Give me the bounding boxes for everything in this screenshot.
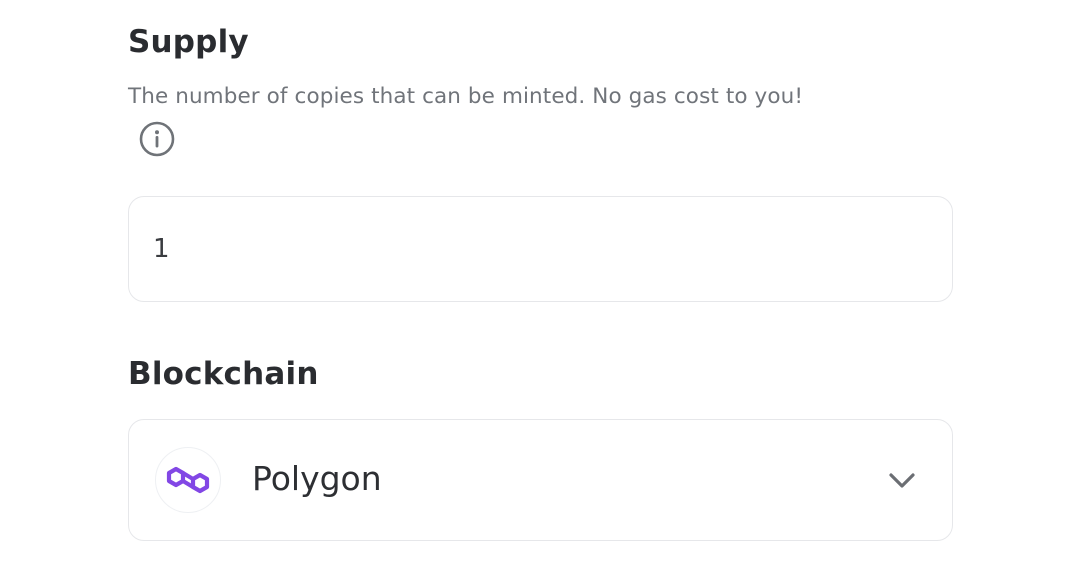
supply-input[interactable] xyxy=(128,196,953,302)
polygon-logo-icon xyxy=(155,447,221,513)
polygon-logo-glyph xyxy=(166,466,210,494)
blockchain-selected-label: Polygon xyxy=(252,459,382,498)
blockchain-select[interactable]: Polygon xyxy=(128,419,953,541)
blockchain-title: Blockchain xyxy=(128,356,319,392)
chevron-down-icon xyxy=(889,473,915,488)
info-icon[interactable] xyxy=(139,121,175,157)
supply-title: Supply xyxy=(128,24,249,60)
supply-help-text: The number of copies that can be minted.… xyxy=(128,84,804,109)
